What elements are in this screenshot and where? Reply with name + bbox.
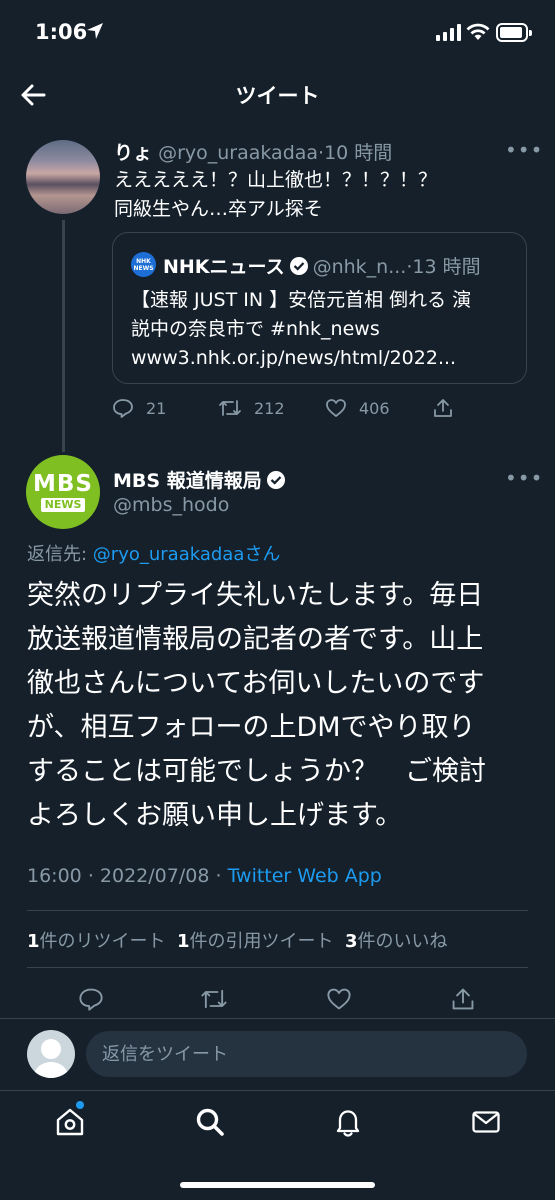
user-name-row[interactable]: MBS 報道情報局 — [113, 466, 290, 493]
share-button[interactable] — [432, 397, 454, 419]
tweet-text-line: 突然のリプライ失礼いたします。毎日 — [27, 580, 484, 611]
tweet-time: 16:00 — [27, 865, 82, 887]
search-icon[interactable] — [194, 1106, 226, 1138]
home-indicator — [180, 1182, 375, 1188]
avatar-logo-badge: NEWS — [40, 498, 86, 512]
logo-text: NEWS — [133, 264, 154, 272]
user-name[interactable]: りょ — [114, 142, 152, 164]
separator: · — [87, 865, 94, 887]
reply-count: 21 — [146, 398, 167, 418]
avatar[interactable] — [26, 140, 100, 214]
cellular-signal-icon — [436, 24, 461, 41]
retweets-label: 件のリツイート — [39, 931, 166, 952]
quotes-label: 件の引用ツイート — [189, 931, 334, 952]
tweet-source-link[interactable]: Twitter Web App — [228, 865, 382, 887]
divider — [27, 910, 528, 911]
tweet-text-line: 徹也さんについてお伺いしたいのです — [27, 668, 485, 699]
reply-icon — [113, 399, 133, 418]
retweet-button[interactable]: 212 — [218, 397, 285, 419]
tweet-text-line: 同級生やん…卒アル探そ — [114, 198, 323, 220]
like-count: 406 — [359, 398, 390, 418]
share-icon[interactable] — [450, 986, 476, 1012]
quotes-stat[interactable]: 1件の引用ツイート — [177, 931, 334, 952]
reply-input[interactable] — [86, 1031, 527, 1077]
arrow-left-icon[interactable] — [18, 80, 50, 110]
tweet-meta: 16:00 · 2022/07/08 · Twitter Web App — [27, 865, 382, 887]
likes-count: 3 — [344, 931, 358, 952]
retweet-count: 212 — [254, 398, 285, 418]
tweet-text-line: することは可能でしょうか？ ご検討 — [27, 756, 486, 787]
likes-label: 件のいいね — [357, 931, 448, 952]
retweets-count: 1 — [27, 931, 40, 952]
tweet-text-line: よろしくお願い申し上げます。 — [27, 800, 403, 831]
tweet-text-line: 【速報 JUST IN 】安倍元首相 倒れる 演 — [131, 289, 472, 311]
quoted-tweet-header: NHKニュース @nhk_n...·13 時間 — [163, 252, 481, 279]
nhk-logo: NHK NEWS — [131, 252, 156, 277]
location-arrow-icon — [87, 23, 103, 39]
user-handle[interactable]: @mbs_hodo — [113, 494, 229, 516]
more-icon[interactable]: ••• — [505, 466, 543, 490]
mail-icon[interactable] — [470, 1106, 502, 1138]
tweet-text: えええええ！？山上徹也！？！？！？ 同級生やん…卒アル探そ — [114, 166, 437, 224]
likes-stat[interactable]: 3件のいいね — [345, 931, 448, 952]
reply-to-link[interactable]: @ryo_uraakadaa — [93, 544, 245, 565]
tweet-text-line: 放送報道情報局の記者の者です。山上 — [27, 624, 484, 655]
quotes-count: 1 — [176, 931, 190, 952]
retweets-stat[interactable]: 1件のリツイート — [27, 931, 166, 952]
tweet-text-line: が、相互フォローの上DMでやり取り — [27, 712, 476, 743]
home-icon[interactable] — [54, 1106, 86, 1138]
status-time: 1:06 — [35, 20, 88, 44]
reply-to-prefix: 返信先: — [27, 544, 93, 565]
quoted-tweet-text: 【速報 JUST IN 】安倍元首相 倒れる 演 説中の奈良市で #nhk_ne… — [131, 286, 471, 373]
divider — [27, 967, 528, 968]
more-icon[interactable]: ••• — [505, 138, 543, 162]
verified-icon — [266, 471, 285, 489]
tweet-date: 2022/07/08 — [99, 865, 210, 887]
reply-to: 返信先: @ryo_uraakadaaさん — [27, 540, 280, 566]
tweet-text: 突然のリプライ失礼いたします。毎日 放送報道情報局の記者の者です。山上 徹也さん… — [27, 574, 486, 838]
retweet-icon[interactable] — [200, 986, 228, 1012]
reply-button[interactable]: 21 — [112, 397, 166, 419]
verified-icon — [289, 257, 308, 275]
user-handle[interactable]: @ryo_uraakadaa — [158, 142, 318, 164]
reply-icon[interactable] — [78, 986, 104, 1012]
tweet-stats: 1件のリツイート 1件の引用ツイート 3件のいいね — [27, 927, 448, 953]
avatar[interactable]: MBS NEWS — [26, 455, 100, 529]
share-icon — [434, 399, 452, 417]
tweet-header: りょ @ryo_uraakadaa·10 時間 — [114, 138, 392, 165]
bell-icon[interactable] — [332, 1106, 364, 1138]
tweet-time[interactable]: 10 時間 — [324, 142, 392, 164]
retweet-icon — [219, 400, 241, 416]
logo-text: NHK — [136, 257, 151, 265]
reply-to-suffix: さん — [244, 544, 281, 565]
like-button[interactable]: 406 — [325, 397, 390, 419]
notification-dot — [76, 1101, 84, 1109]
avatar-logo-text: MBS — [33, 471, 93, 497]
tweet-text-line: www3.nhk.or.jp/news/html/2022... — [131, 347, 457, 369]
user-name: NHKニュース — [163, 256, 285, 278]
heart-icon[interactable] — [326, 986, 352, 1012]
heart-icon — [326, 399, 346, 417]
thread-connector — [62, 220, 65, 452]
wifi-icon — [466, 23, 490, 40]
tweet-text-line: 説中の奈良市で #nhk_news — [131, 318, 380, 340]
page-title: ツイート — [235, 84, 320, 108]
battery-icon — [496, 23, 532, 42]
tweet-text-line: えええええ！？山上徹也！？！？！？ — [114, 169, 438, 191]
user-name[interactable]: MBS 報道情報局 — [113, 470, 262, 492]
separator: · — [215, 865, 222, 887]
avatar[interactable] — [27, 1030, 75, 1078]
user-handle: @nhk_n... — [312, 256, 407, 278]
tweet-time: 13 時間 — [412, 256, 481, 278]
